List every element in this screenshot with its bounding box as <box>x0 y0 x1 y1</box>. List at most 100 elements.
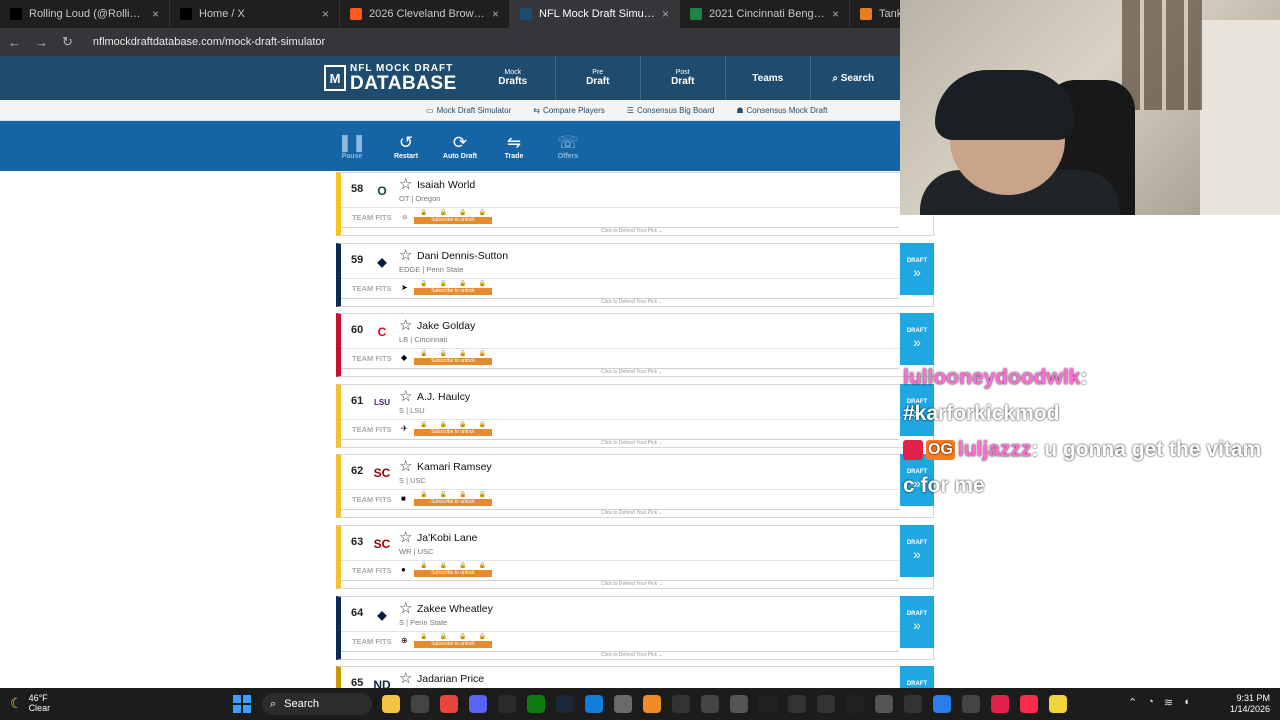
app4-icon[interactable] <box>846 695 864 713</box>
favorite-star-icon[interactable]: ☆ <box>399 316 412 334</box>
favorite-star-icon[interactable]: ☆ <box>399 246 412 264</box>
volume-icon[interactable]: ◖ <box>1183 696 1190 709</box>
network-icon[interactable]: ◔ <box>1147 696 1154 709</box>
player-name[interactable]: A.J. Haulcy <box>417 391 470 403</box>
locked-team-fits[interactable]: 🔒 🔒 🔒 🔒 Subscribe to unlock <box>414 209 492 226</box>
reload-icon[interactable]: ↻ <box>62 34 73 50</box>
player-name[interactable]: Zakee Wheatley <box>417 603 493 615</box>
favorite-star-icon[interactable]: ☆ <box>399 599 412 617</box>
draft-button[interactable]: DRAFT» <box>900 595 934 648</box>
subnav-link[interactable]: ▭ Mock Draft Simulator <box>426 106 511 115</box>
browser-tab[interactable]: Home / X × <box>170 0 340 28</box>
browser-tab[interactable]: Rolling Loud (@RollingLoud) / X × <box>0 0 170 28</box>
defend-pick-link[interactable]: Click to Defend Your Pick ⌄ <box>601 228 663 234</box>
chevron-up-icon[interactable]: ⌃ <box>1128 696 1137 709</box>
minecraft-icon[interactable] <box>614 695 632 713</box>
browser-tab[interactable]: 2026 Cleveland Browns Free Agents × <box>340 0 510 28</box>
favorite-star-icon[interactable]: ☆ <box>399 528 412 546</box>
file-explorer-icon[interactable] <box>382 695 400 713</box>
player-name[interactable]: Jake Golday <box>417 320 475 332</box>
browser-tab[interactable]: 2021 Cincinnati Bengals Roster × <box>680 0 850 28</box>
toolbar-auto-draft-button[interactable]: ⟳ Auto Draft <box>433 121 487 171</box>
close-tab-icon[interactable]: × <box>152 7 159 21</box>
close-tab-icon[interactable]: × <box>662 7 669 21</box>
draft-button[interactable]: DRAFT» <box>900 242 934 295</box>
nav-item-search[interactable]: ⌕ Search <box>811 56 896 100</box>
subscribe-to-unlock[interactable]: Subscribe to unlock <box>414 640 492 648</box>
app3-icon[interactable] <box>817 695 835 713</box>
favorite-star-icon[interactable]: ☆ <box>399 457 412 475</box>
browser2-icon[interactable] <box>933 695 951 713</box>
locked-team-fits[interactable]: 🔒 🔒 🔒 🔒 Subscribe to unlock <box>414 633 492 650</box>
player-name[interactable]: Dani Dennis-Sutton <box>417 250 508 262</box>
site-logo[interactable]: M NFL MOCK DRAFT DATABASE <box>324 63 457 93</box>
app5-icon[interactable] <box>875 695 893 713</box>
back-icon[interactable]: ← <box>8 35 21 50</box>
chrome-icon[interactable] <box>440 695 458 713</box>
subscribe-to-unlock[interactable]: Subscribe to unlock <box>414 428 492 436</box>
pen-icon[interactable] <box>672 695 690 713</box>
xbox-icon[interactable] <box>527 695 545 713</box>
close-tab-icon[interactable]: × <box>322 7 329 21</box>
locked-team-fits[interactable]: 🔒 🔒 🔒 🔒 Subscribe to unlock <box>414 562 492 579</box>
edge-icon[interactable] <box>585 695 603 713</box>
defend-pick-link[interactable]: Click to Defend Your Pick ⌄ <box>601 299 663 305</box>
favorite-star-icon[interactable]: ☆ <box>399 669 412 687</box>
toolbar-restart-button[interactable]: ↺ Restart <box>379 121 433 171</box>
defend-pick-link[interactable]: Click to Defend Your Pick ⌄ <box>601 440 663 446</box>
forward-icon[interactable]: → <box>35 35 48 50</box>
steam-icon[interactable] <box>556 695 574 713</box>
music-icon[interactable] <box>1020 695 1038 713</box>
subscribe-to-unlock[interactable]: Subscribe to unlock <box>414 287 492 295</box>
settings-icon[interactable] <box>730 695 748 713</box>
calculator-icon[interactable] <box>411 695 429 713</box>
app2-icon[interactable] <box>788 695 806 713</box>
taskbar-clock[interactable]: 9:31 PM 1/14/2026 <box>1224 693 1270 715</box>
locked-team-fits[interactable]: 🔒 🔒 🔒 🔒 Subscribe to unlock <box>414 280 492 297</box>
windows-start-icon[interactable] <box>233 695 251 718</box>
close-tab-icon[interactable]: × <box>492 7 499 21</box>
epic-games-icon[interactable] <box>498 695 516 713</box>
weather-widget[interactable]: ☾ 46°F Clear <box>10 693 50 713</box>
defend-pick-link[interactable]: Click to Defend Your Pick ⌄ <box>601 652 663 658</box>
draft-button[interactable]: DRAFT» <box>900 524 934 577</box>
draft-button[interactable]: DRAFT» <box>900 313 934 366</box>
subscribe-to-unlock[interactable]: Subscribe to unlock <box>414 569 492 577</box>
app6-icon[interactable] <box>904 695 922 713</box>
favorite-star-icon[interactable]: ☆ <box>399 387 412 405</box>
taskbar-search[interactable]: ⌕ Search <box>262 693 372 715</box>
defend-pick-link[interactable]: Click to Defend Your Pick ⌄ <box>601 510 663 516</box>
nav-item-teams[interactable]: Teams <box>726 56 811 100</box>
player-name[interactable]: Ja'Kobi Lane <box>417 532 477 544</box>
defend-pick-link[interactable]: Click to Defend Your Pick ⌄ <box>601 369 663 375</box>
app7-icon[interactable] <box>962 695 980 713</box>
locked-team-fits[interactable]: 🔒 🔒 🔒 🔒 Subscribe to unlock <box>414 350 492 367</box>
toolbar-pause-button[interactable]: ❚❚ Pause <box>325 121 379 171</box>
wifi-icon[interactable]: ≋ <box>1164 696 1173 709</box>
nav-item-draft[interactable]: Post Draft <box>641 56 726 100</box>
subnav-link[interactable]: ☰ Consensus Big Board <box>627 106 715 115</box>
url-field[interactable]: nflmockdraftdatabase.com/mock-draft-simu… <box>93 36 325 48</box>
nav-item-draft[interactable]: Pre Draft <box>556 56 641 100</box>
subscribe-to-unlock[interactable]: Subscribe to unlock <box>414 358 492 366</box>
player-name[interactable]: Jadarian Price <box>417 673 484 685</box>
app9-icon[interactable] <box>1049 695 1067 713</box>
close-tab-icon[interactable]: × <box>832 7 839 21</box>
toolbar-trade-button[interactable]: ⇋ Trade <box>487 121 541 171</box>
locked-team-fits[interactable]: 🔒 🔒 🔒 🔒 Subscribe to unlock <box>414 491 492 508</box>
obs-icon[interactable] <box>701 695 719 713</box>
app8-icon[interactable] <box>991 695 1009 713</box>
subscribe-to-unlock[interactable]: Subscribe to unlock <box>414 217 492 224</box>
subnav-link[interactable]: ☗ Consensus Mock Draft <box>736 106 827 115</box>
player-name[interactable]: Kamari Ramsey <box>417 461 492 473</box>
locked-team-fits[interactable]: 🔒 🔒 🔒 🔒 Subscribe to unlock <box>414 421 492 438</box>
subnav-link[interactable]: ⇆ Compare Players <box>533 106 605 115</box>
browser-tab[interactable]: NFL Mock Draft Simulator | NFL × <box>510 0 680 28</box>
toolbar-offers-button[interactable]: ☏ Offers <box>541 121 595 171</box>
nav-item-drafts[interactable]: Mock Drafts <box>471 56 556 100</box>
app-icon[interactable] <box>643 695 661 713</box>
capcut-icon[interactable] <box>759 695 777 713</box>
subscribe-to-unlock[interactable]: Subscribe to unlock <box>414 499 492 507</box>
favorite-star-icon[interactable]: ☆ <box>399 175 412 193</box>
defend-pick-link[interactable]: Click to Defend Your Pick ⌄ <box>601 581 663 587</box>
